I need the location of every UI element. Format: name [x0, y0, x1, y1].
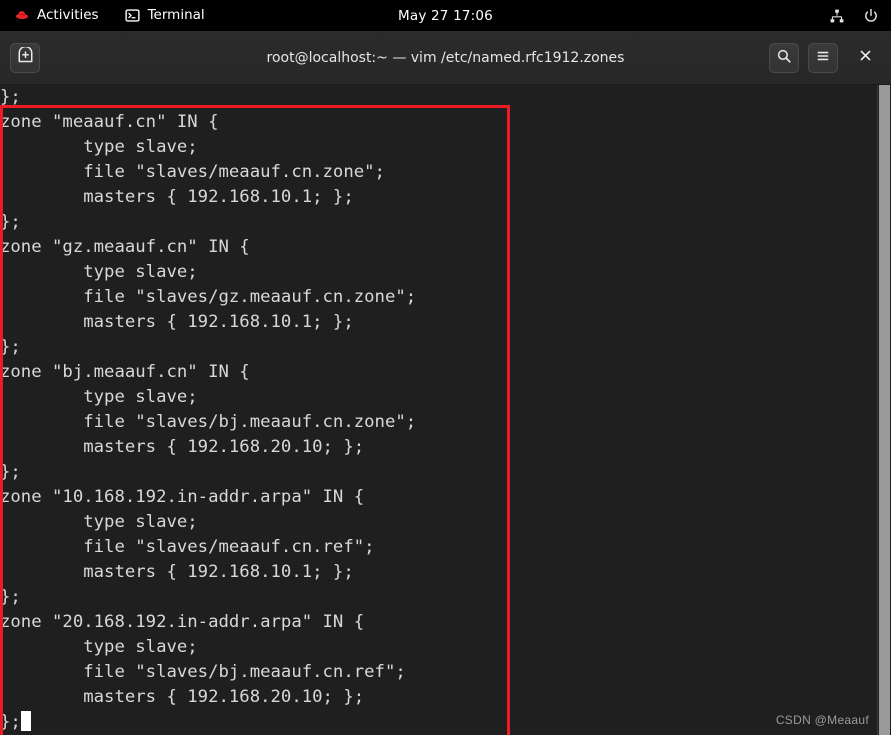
terminal-line: type slave; [0, 262, 198, 282]
terminal-scrollbar-track[interactable] [877, 85, 891, 735]
terminal-line: file "slaves/meaauf.cn.ref"; [0, 537, 375, 557]
activities-label: Activities [37, 6, 99, 23]
terminal-line: masters { 192.168.10.1; }; [0, 312, 354, 332]
terminal-line: file "slaves/bj.meaauf.cn.ref"; [0, 662, 406, 682]
terminal-line: zone "gz.meaauf.cn" IN { [0, 237, 250, 257]
terminal-line: file "slaves/gz.meaauf.cn.zone"; [0, 287, 417, 307]
network-nodes-icon[interactable] [829, 8, 845, 24]
terminal-scrollbar-thumb[interactable] [879, 85, 890, 735]
top-bar-left-group: Activities Terminal [14, 8, 205, 24]
terminal-line: masters { 192.168.10.1; }; [0, 562, 354, 582]
clock-datetime[interactable]: May 27 17:06 [398, 8, 493, 24]
terminal-content-area[interactable]: }; zone "meaauf.cn" IN { type slave; file… [0, 85, 891, 735]
terminal-line: zone "meaauf.cn" IN { [0, 112, 219, 132]
terminal-line: file "slaves/bj.meaauf.cn.zone"; [0, 412, 417, 432]
terminal-line: type slave; [0, 512, 198, 532]
terminal-line: file "slaves/meaauf.cn.zone"; [0, 162, 385, 182]
terminal-line: masters { 192.168.10.1; }; [0, 187, 354, 207]
close-window-button[interactable] [851, 44, 879, 72]
search-button[interactable] [769, 42, 799, 73]
new-terminal-tab-button[interactable] [10, 42, 40, 73]
vim-buffer-text: }; zone "meaauf.cn" IN { type slave; file… [0, 85, 416, 735]
terminal-line: type slave; [0, 137, 198, 157]
redhat-logo-icon [14, 8, 30, 24]
hamburger-menu-icon [815, 48, 831, 68]
system-status-area[interactable] [829, 8, 879, 24]
search-icon [776, 48, 792, 68]
terminal-line: }; [0, 87, 21, 107]
terminal-line: type slave; [0, 637, 198, 657]
terminal-prompt-icon [125, 8, 141, 24]
terminal-line: }; [0, 587, 21, 607]
terminal-line: zone "20.168.192.in-addr.arpa" IN { [0, 612, 365, 632]
terminal-line: }; [0, 337, 21, 357]
terminal-line: zone "bj.meaauf.cn" IN { [0, 362, 250, 382]
activities-button[interactable]: Activities [14, 8, 99, 24]
app-menu-terminal[interactable]: Terminal [125, 8, 205, 24]
terminal-line: }; [0, 710, 416, 735]
terminal-line: }; [0, 462, 21, 482]
terminal-line: zone "10.168.192.in-addr.arpa" IN { [0, 487, 365, 507]
menu-button[interactable] [808, 42, 838, 73]
watermark-text: CSDN @Meaauf [775, 713, 869, 727]
terminal-line: masters { 192.168.20.10; }; [0, 437, 365, 457]
new-terminal-tab-icon [17, 45, 34, 68]
terminal-line: type slave; [0, 387, 198, 407]
app-menu-label: Terminal [147, 6, 205, 23]
close-icon [859, 49, 872, 66]
power-icon[interactable] [863, 8, 879, 24]
window-title: root@localhost:~ — vim /etc/named.rfc191… [266, 49, 625, 66]
terminal-line: }; [0, 212, 21, 232]
window-titlebar: root@localhost:~ — vim /etc/named.rfc191… [0, 31, 891, 85]
text-cursor [20, 711, 32, 731]
titlebar-controls [769, 42, 879, 73]
gnome-top-bar: Activities Terminal May 27 17:06 [0, 0, 891, 31]
terminal-line: masters { 192.168.20.10; }; [0, 687, 365, 707]
